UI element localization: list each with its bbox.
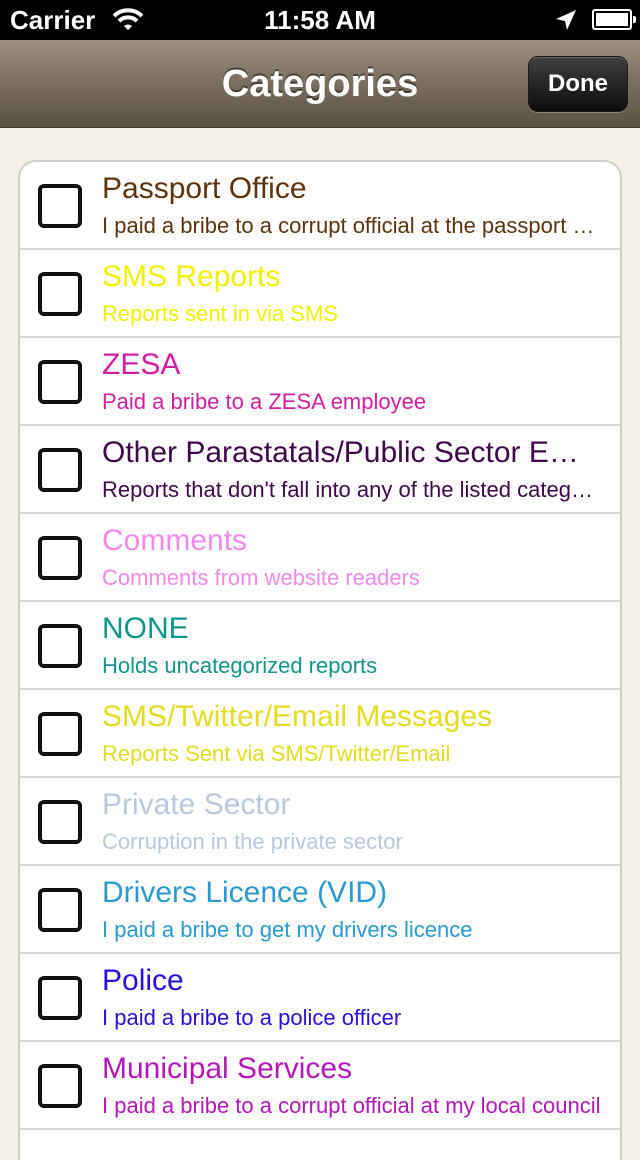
category-row[interactable]: ZESA Paid a bribe to a ZESA employee — [20, 338, 620, 426]
category-title: ZESA — [102, 348, 181, 381]
category-title: Drivers Licence (VID) — [102, 876, 388, 909]
done-button[interactable]: Done — [528, 56, 628, 112]
category-description: Reports that don't fall into any of the … — [102, 477, 602, 502]
category-title: SMS/Twitter/Email Messages — [102, 700, 493, 733]
category-row[interactable]: Other Parastatals/Public Sector Employee… — [20, 426, 620, 514]
category-list: Passport Office I paid a bribe to a corru… — [18, 160, 622, 1160]
category-checkbox[interactable] — [38, 712, 82, 756]
category-row[interactable]: Passport Office I paid a bribe to a corru… — [20, 162, 620, 250]
category-checkbox[interactable] — [38, 448, 82, 492]
category-title: Passport Office — [102, 172, 307, 205]
category-row[interactable]: SMS Reports Reports sent in via SMS — [20, 250, 620, 338]
category-checkbox[interactable] — [38, 800, 82, 844]
category-checkbox[interactable] — [38, 184, 82, 228]
category-checkbox[interactable] — [38, 1064, 82, 1108]
category-title: SMS Reports — [102, 260, 281, 293]
category-description: I paid a bribe to get my drivers licence — [102, 917, 473, 942]
category-title: Private Sector — [102, 788, 291, 821]
category-description: Paid a bribe to a ZESA employee — [102, 389, 427, 414]
category-row[interactable]: Police I paid a bribe to a police officer — [20, 954, 620, 1042]
category-description: Comments from website readers — [102, 565, 420, 590]
category-description: Reports sent in via SMS — [102, 301, 338, 326]
category-title: NONE — [102, 612, 189, 645]
category-description: I paid a bribe to a corrupt official at … — [102, 213, 602, 238]
category-checkbox[interactable] — [38, 976, 82, 1020]
navigation-bar: Categories Done — [0, 40, 640, 128]
category-row[interactable]: Private Sector Corruption in the private … — [20, 778, 620, 866]
category-title: Police — [102, 964, 184, 997]
category-row[interactable]: NONE Holds uncategorized reports — [20, 602, 620, 690]
status-bar: Carrier 11:58 AM — [0, 0, 640, 40]
status-time: 11:58 AM — [264, 5, 376, 35]
category-row[interactable]: Municipal Services I paid a bribe to a co… — [20, 1042, 620, 1130]
category-checkbox[interactable] — [38, 624, 82, 668]
location-arrow-icon — [554, 8, 578, 39]
category-checkbox[interactable] — [38, 536, 82, 580]
category-row[interactable]: Drivers Licence (VID) I paid a bribe to g… — [20, 866, 620, 954]
category-checkbox[interactable] — [38, 360, 82, 404]
category-description: I paid a bribe to a corrupt official at … — [102, 1093, 601, 1118]
category-title: Other Parastatals/Public Sector Employee… — [102, 436, 602, 469]
category-description: I paid a bribe to a police officer — [102, 1005, 402, 1030]
category-description: Corruption in the private sector — [102, 829, 403, 854]
category-description: Reports Sent via SMS/Twitter/Email — [102, 741, 451, 766]
category-row[interactable]: SMS/Twitter/Email Messages Reports Sent v… — [20, 690, 620, 778]
category-row[interactable]: Comments Comments from website readers — [20, 514, 620, 602]
category-description: Holds uncategorized reports — [102, 653, 378, 678]
category-checkbox[interactable] — [38, 272, 82, 316]
category-title: Municipal Services — [102, 1052, 353, 1085]
category-title: Comments — [102, 524, 248, 557]
category-checkbox[interactable] — [38, 888, 82, 932]
battery-icon — [592, 9, 636, 30]
